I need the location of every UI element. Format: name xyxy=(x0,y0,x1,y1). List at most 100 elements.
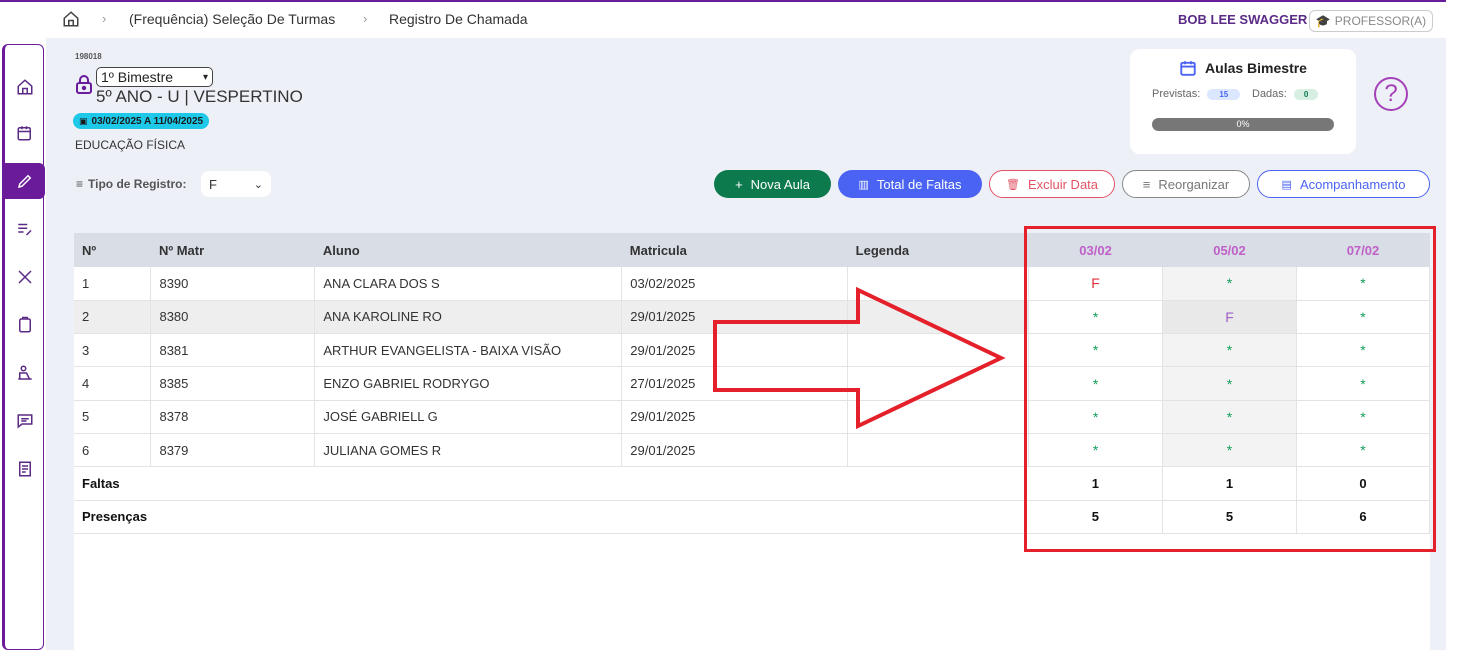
excluir-data-button[interactable]: 🗑 Excluir Data xyxy=(989,170,1115,198)
cell-n: 1 xyxy=(74,267,152,301)
graduation-cap-icon: 🎓 xyxy=(1315,14,1331,28)
breadcrumb-separator: › xyxy=(363,11,368,26)
dadas-label: Dadas: xyxy=(1252,88,1287,100)
breadcrumb-item-registro: Registro De Chamada xyxy=(389,11,528,27)
sidebar-item-notes[interactable] xyxy=(5,211,45,247)
reorganizar-button[interactable]: ≡ Reorganizar xyxy=(1122,170,1250,198)
excluir-data-label: Excluir Data xyxy=(1027,176,1099,192)
cell-n: 3 xyxy=(74,333,152,368)
header-matricula: Matricula xyxy=(621,233,848,267)
cell-matr: 8379 xyxy=(150,433,316,468)
bimestre-select[interactable]: 1º Bimestre ▾ xyxy=(96,67,213,87)
aulas-card-title-text: Aulas Bimestre xyxy=(1205,60,1307,76)
home-icon[interactable] xyxy=(62,10,80,28)
tipo-registro-text: Tipo de Registro: xyxy=(88,177,187,191)
period-text: 03/02/2025 A 11/04/2025 xyxy=(91,115,204,127)
sidebar-item-tools[interactable] xyxy=(5,259,45,295)
cell-aluno: ANA KAROLINE RO xyxy=(314,300,623,335)
nova-aula-label: Nova Aula xyxy=(750,176,810,192)
calendar-icon xyxy=(1180,61,1196,76)
period-badge: ▣ 03/02/2025 A 11/04/2025 xyxy=(73,113,210,129)
tools-icon xyxy=(18,270,32,284)
aulas-card-title: Aulas Bimestre xyxy=(1130,59,1356,77)
home-icon xyxy=(17,79,33,95)
cell-aluno: JOSÉ GABRIELL G xyxy=(314,400,623,434)
message-icon xyxy=(17,414,33,429)
header-aluno: Aluno xyxy=(314,233,622,267)
tipo-registro-select[interactable]: F ⌄ xyxy=(201,171,271,197)
aulas-progress-bar: 0% xyxy=(1152,118,1334,131)
annotation-arrow xyxy=(713,286,1006,430)
calendar-icon: ▣ xyxy=(79,115,88,126)
previstas-row: Previstas: 15 xyxy=(1152,88,1241,100)
cell-legenda xyxy=(847,433,1030,468)
breadcrumb-item-selecao[interactable]: (Frequência) Seleção De Turmas xyxy=(129,11,335,27)
sidebar-item-calendar[interactable] xyxy=(5,115,45,151)
cell-n: 4 xyxy=(74,366,152,401)
sidebar-item-clipboard[interactable] xyxy=(5,307,45,343)
lock-icon[interactable] xyxy=(75,74,93,94)
help-icon[interactable]: ? xyxy=(1374,77,1408,111)
dadas-row: Dadas: 0 xyxy=(1252,88,1319,100)
cell-aluno: ENZO GABRIEL RODRYGO xyxy=(314,366,623,401)
cell-n: 6 xyxy=(74,433,152,468)
total-faltas-label: Total de Faltas xyxy=(876,176,962,192)
cell-aluno: JULIANA GOMES R xyxy=(314,433,623,468)
cell-aluno: ARTHUR EVANGELISTA - BAIXA VISÃO xyxy=(314,333,623,368)
tipo-registro-label: ≡ Tipo de Registro: xyxy=(76,177,186,191)
bimestre-value: 1º Bimestre xyxy=(101,69,174,85)
presencas-label: Presenças xyxy=(74,500,1029,534)
acompanhamento-button[interactable]: ▤ Acompanhamento xyxy=(1257,170,1430,198)
faltas-label: Faltas xyxy=(74,466,1029,501)
cell-n: 5 xyxy=(74,400,152,434)
sidebar-item-messages[interactable] xyxy=(5,403,45,439)
sidebar xyxy=(2,44,45,650)
pencil-icon xyxy=(17,174,32,189)
cell-matricula: 29/01/2025 xyxy=(621,433,849,468)
disciplina-label: EDUCAÇÃO FÍSICA xyxy=(75,138,186,152)
annotation-highlight-box xyxy=(1024,226,1436,552)
top-bar: › (Frequência) Seleção De Turmas › Regis… xyxy=(0,0,1446,38)
chevron-down-icon: ⌄ xyxy=(253,178,263,191)
cell-matr: 8385 xyxy=(150,366,316,401)
cell-n: 2 xyxy=(74,300,152,335)
tipo-registro-value: F xyxy=(209,176,217,192)
document-icon: ▤ xyxy=(1281,178,1292,191)
cell-aluno: ANA CLARA DOS S xyxy=(314,267,623,301)
aulas-bimestre-card: Aulas Bimestre Previstas: 15 Dadas: 0 0% xyxy=(1130,49,1356,154)
lines-icon: ≡ xyxy=(1142,176,1151,192)
nova-aula-button[interactable]: + Nova Aula xyxy=(714,170,831,198)
student-desk-icon xyxy=(18,365,32,380)
header-legenda: Legenda xyxy=(847,233,1029,267)
cell-matr: 8390 xyxy=(150,267,316,301)
sidebar-item-report[interactable] xyxy=(5,451,45,487)
user-name[interactable]: BOB LEE SWAGGER xyxy=(1178,12,1307,27)
previstas-label: Previstas: xyxy=(1152,88,1201,100)
previstas-pill: 15 xyxy=(1207,89,1241,100)
sidebar-item-student[interactable] xyxy=(5,355,45,391)
dadas-pill: 0 xyxy=(1293,89,1319,100)
report-icon xyxy=(19,461,31,477)
chart-icon: ▥ xyxy=(858,178,869,191)
clipboard-icon xyxy=(19,316,31,333)
role-button[interactable]: 🎓 PROFESSOR(A) xyxy=(1309,10,1433,32)
total-faltas-button[interactable]: ▥ Total de Faltas xyxy=(838,170,982,198)
cell-matr: 8380 xyxy=(150,300,316,335)
filter-icon: ≡ xyxy=(76,177,84,191)
acompanhamento-label: Acompanhamento xyxy=(1299,176,1406,192)
role-label: PROFESSOR(A) xyxy=(1334,14,1427,28)
reorganizar-label: Reorganizar xyxy=(1158,176,1230,192)
header-matr: Nº Matr xyxy=(150,233,315,267)
breadcrumb-separator: › xyxy=(102,11,107,26)
trash-icon: 🗑 xyxy=(1005,178,1020,191)
plus-icon: + xyxy=(735,176,743,192)
cell-matr: 8381 xyxy=(150,333,316,368)
calendar-edit-icon xyxy=(17,126,31,141)
sidebar-item-chamada[interactable] xyxy=(5,163,45,199)
chevron-down-icon: ▾ xyxy=(202,71,208,83)
turma-code: 198018 xyxy=(75,52,102,61)
turma-title: 5º ANO - U | VESPERTINO xyxy=(96,87,303,106)
list-edit-icon xyxy=(18,223,32,236)
sidebar-item-home[interactable] xyxy=(5,69,45,105)
header-n: Nº xyxy=(74,233,151,267)
